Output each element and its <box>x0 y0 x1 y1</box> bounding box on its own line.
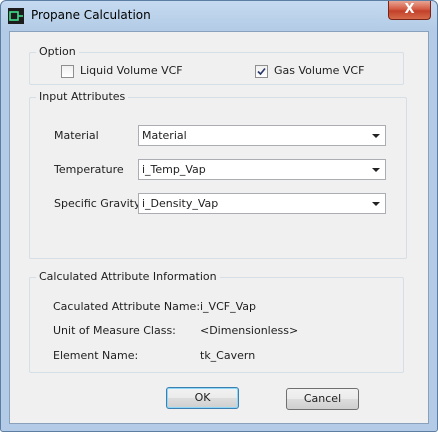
specific-gravity-dropdown[interactable]: i_Density_Vap <box>138 193 386 214</box>
close-icon: X <box>404 2 415 17</box>
close-button[interactable]: X <box>388 1 431 20</box>
liquid-volume-vcf-checkbox[interactable] <box>61 65 74 78</box>
chevron-down-icon <box>372 168 380 172</box>
specific-gravity-label: Specific Gravity <box>54 197 141 210</box>
checkmark-icon <box>257 67 266 76</box>
chevron-down-icon <box>372 202 380 206</box>
input-attributes-group-label: Input Attributes <box>36 90 129 103</box>
dialog-window: Propane Calculation X Option Liquid Volu… <box>0 0 438 432</box>
unit-of-measure-class-label: Unit of Measure Class: <box>53 324 176 337</box>
app-icon <box>8 8 24 24</box>
material-dropdown[interactable]: Material <box>138 125 386 146</box>
gas-volume-vcf-checkbox[interactable] <box>255 65 268 78</box>
chevron-down-icon <box>372 134 380 138</box>
temperature-dropdown[interactable]: i_Temp_Vap <box>138 159 386 180</box>
liquid-volume-vcf-label: Liquid Volume VCF <box>80 64 183 77</box>
gas-volume-vcf-label: Gas Volume VCF <box>274 64 365 77</box>
calculated-attribute-name-value: i_VCF_Vap <box>200 300 256 313</box>
cancel-button[interactable]: Cancel <box>286 388 359 410</box>
window-title: Propane Calculation <box>31 8 151 22</box>
material-value: Material <box>142 129 187 142</box>
temperature-label: Temperature <box>54 163 124 176</box>
element-name-value: tk_Cavern <box>200 349 256 362</box>
material-label: Material <box>54 129 99 142</box>
dialog-client-area: Option Liquid Volume VCF Gas Volume VCF … <box>9 31 429 424</box>
ok-button[interactable]: OK <box>166 387 239 409</box>
element-name-label: Element Name: <box>53 349 139 362</box>
calculated-attribute-name-label: Caculated Attribute Name: <box>53 300 201 313</box>
option-group-label: Option <box>36 45 79 58</box>
unit-of-measure-class-value: <Dimensionless> <box>200 324 299 337</box>
specific-gravity-value: i_Density_Vap <box>142 197 219 210</box>
calculated-attribute-group-label: Calculated Attribute Information <box>36 270 220 283</box>
title-bar[interactable]: Propane Calculation X <box>1 1 437 31</box>
temperature-value: i_Temp_Vap <box>142 163 206 176</box>
